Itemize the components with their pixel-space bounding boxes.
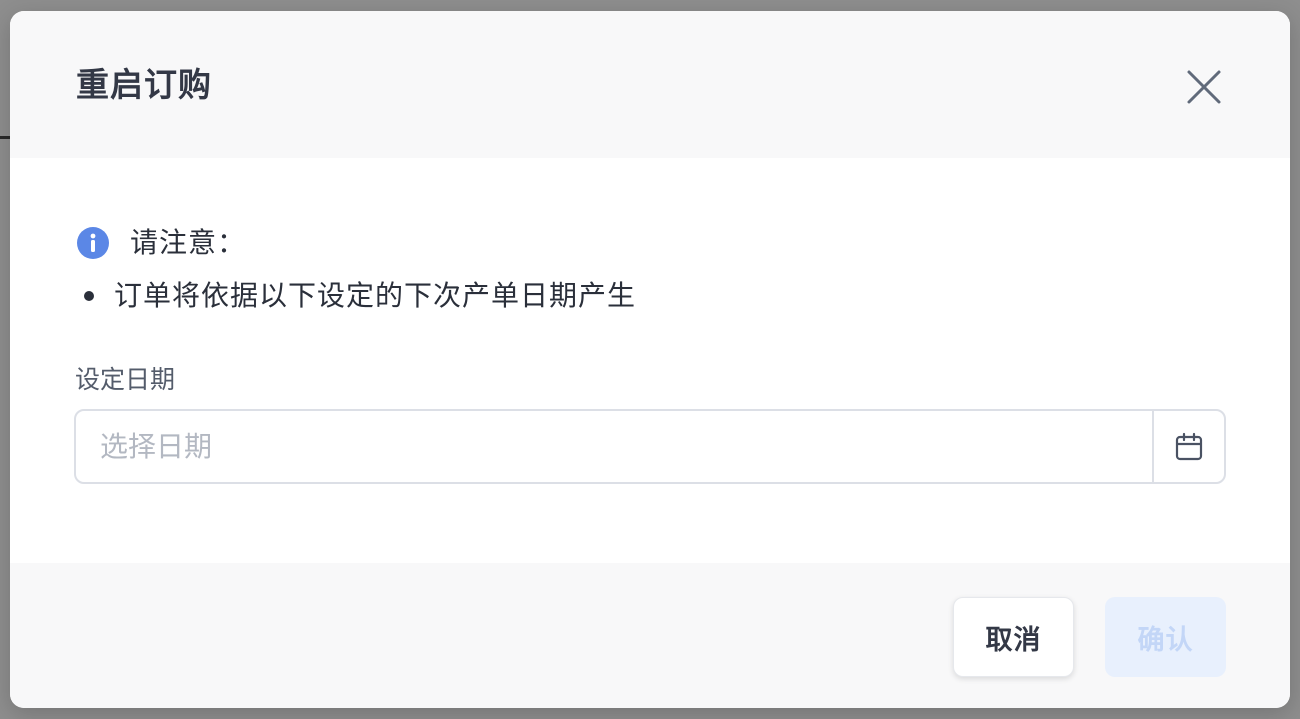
dialog-title: 重启订购 xyxy=(76,65,212,104)
dialog-header: 重启订购 xyxy=(10,11,1290,158)
date-field-label: 设定日期 xyxy=(75,365,176,394)
notice-item: 订单将依据以下设定的下次产单日期产生 xyxy=(84,277,636,315)
close-icon xyxy=(1187,70,1221,104)
restart-subscription-dialog: 重启订购 请注意： 订单将依据以下设定的下次产单日期产生 设定日期 选择日期 取… xyxy=(10,11,1290,708)
info-icon xyxy=(76,226,110,260)
date-input[interactable] xyxy=(76,411,1152,482)
bullet-dot xyxy=(84,291,94,301)
notice-title: 请注意： xyxy=(130,226,247,259)
calendar-button[interactable] xyxy=(1152,411,1224,482)
date-picker xyxy=(74,409,1226,484)
dialog-footer: 取消 确认 xyxy=(10,563,1290,708)
cancel-button[interactable]: 取消 xyxy=(953,597,1074,677)
close-button[interactable] xyxy=(1182,65,1226,109)
calendar-icon xyxy=(1175,432,1203,460)
confirm-button[interactable]: 确认 xyxy=(1105,597,1226,677)
notice-item-text: 订单将依据以下设定的下次产单日期产生 xyxy=(114,279,637,312)
notice-header: 请注意： xyxy=(76,225,246,261)
